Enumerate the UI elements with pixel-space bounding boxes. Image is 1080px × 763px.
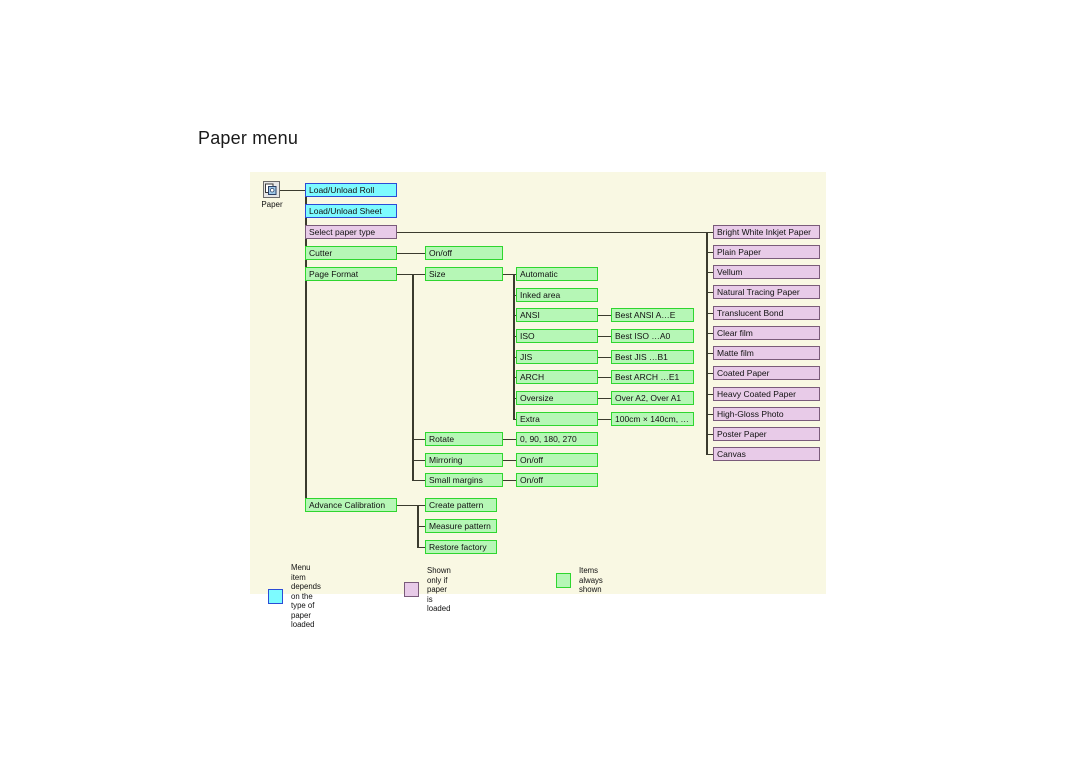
node-size-iso-values[interactable]: Best ISO …A0: [611, 329, 694, 343]
node-size-jis-values[interactable]: Best JIS …B1: [611, 350, 694, 364]
node-paper-poster-paper[interactable]: Poster Paper: [713, 427, 820, 441]
node-size-oversize-values[interactable]: Over A2, Over A1: [611, 391, 694, 405]
legend-item-blue: Menu item depends on the type of paper l…: [268, 563, 321, 630]
connector-ansi-value: [598, 315, 611, 316]
connector-paper-3: [706, 292, 713, 293]
connector-calib-0: [417, 505, 425, 506]
connector-arch-value: [598, 377, 611, 378]
connector-paper-4: [706, 313, 713, 314]
connector-rotate-value: [503, 439, 516, 440]
connector-pageformat-spine: [412, 274, 414, 481]
connector-paper-10: [706, 434, 713, 435]
node-size-extra-values[interactable]: 100cm × 140cm, …: [611, 412, 694, 426]
legend-swatch-purple: [404, 582, 419, 598]
connector-cutter-onoff: [397, 253, 425, 254]
node-rotate[interactable]: Rotate: [425, 432, 503, 446]
connector-root-stub: [280, 190, 305, 191]
node-size-arch-values[interactable]: Best ARCH …E1: [611, 370, 694, 384]
connector-paper-5: [706, 333, 713, 334]
node-paper-clear-film[interactable]: Clear film: [713, 326, 820, 340]
node-cutter[interactable]: Cutter: [305, 246, 397, 260]
connector-paper-2: [706, 272, 713, 273]
node-size-extra[interactable]: Extra: [516, 412, 598, 426]
connector-calib-1: [417, 526, 425, 527]
node-load-unload-sheet[interactable]: Load/Unload Sheet: [305, 204, 397, 218]
node-size-automatic[interactable]: Automatic: [516, 267, 598, 281]
legend-label-green: Items always shown: [579, 566, 603, 594]
connector-paper-7: [706, 373, 713, 374]
node-paper-natural-tracing-paper[interactable]: Natural Tracing Paper: [713, 285, 820, 299]
connector-mirroring-value: [503, 460, 516, 461]
connector-pf-small-margins: [412, 480, 425, 481]
legend-item-purple: Shown only if paper is loaded: [404, 566, 451, 614]
node-measure-pattern[interactable]: Measure pattern: [425, 519, 497, 533]
node-paper-coated-paper[interactable]: Coated Paper: [713, 366, 820, 380]
page-title: Paper menu: [198, 128, 299, 148]
connector-calib-2: [417, 547, 425, 548]
node-paper-high-gloss-photo[interactable]: High-Gloss Photo: [713, 407, 820, 421]
legend-swatch-green: [556, 572, 571, 588]
connector-paper-9: [706, 414, 713, 415]
connector-pf-mirroring: [412, 460, 425, 461]
node-paper-heavy-coated-paper[interactable]: Heavy Coated Paper: [713, 387, 820, 401]
node-advance-calibration[interactable]: Advance Calibration: [305, 498, 397, 512]
connector-iso-value: [598, 336, 611, 337]
connector-paper-11: [706, 454, 713, 455]
legend-swatch-blue: [268, 588, 283, 604]
connector-paper-0: [706, 232, 713, 233]
legend-label-purple: Shown only if paper is loaded: [427, 566, 451, 613]
connector-paper-8: [706, 394, 713, 395]
node-size-jis[interactable]: JIS: [516, 350, 598, 364]
node-load-unload-roll[interactable]: Load/Unload Roll: [305, 183, 397, 197]
connector-paper-1: [706, 252, 713, 253]
node-small-margins[interactable]: Small margins: [425, 473, 503, 487]
paper-menu-diagram: Paper Load/Unload Roll Load/Unload Sheet…: [250, 172, 826, 629]
node-rotate-values[interactable]: 0, 90, 180, 270: [516, 432, 598, 446]
connector-small-margins-value: [503, 480, 516, 481]
node-size-ansi-values[interactable]: Best ANSI A…E: [611, 308, 694, 322]
node-paper-canvas[interactable]: Canvas: [713, 447, 820, 461]
connector-pageformat-stub: [397, 274, 412, 275]
connector-calib-stub: [397, 505, 417, 506]
node-paper-matte-film[interactable]: Matte film: [713, 346, 820, 360]
legend-label-blue: Menu item depends on the type of paper l…: [291, 563, 321, 629]
root-label: Paper: [261, 200, 283, 209]
node-select-paper-type[interactable]: Select paper type: [305, 225, 397, 239]
node-size-inked-area[interactable]: Inked area: [516, 288, 598, 302]
node-paper-translucent-bond[interactable]: Translucent Bond: [713, 306, 820, 320]
node-mirroring-onoff[interactable]: On/off: [516, 453, 598, 467]
screenshot-root: Paper menu Paper Load/Unload Roll Load/U…: [0, 0, 1080, 763]
node-mirroring[interactable]: Mirroring: [425, 453, 503, 467]
connector-paper-6: [706, 353, 713, 354]
connector-oversize-value: [598, 398, 611, 399]
node-page-format[interactable]: Page Format: [305, 267, 397, 281]
connector-size-stub: [503, 274, 513, 275]
node-restore-factory[interactable]: Restore factory: [425, 540, 497, 554]
connector-pf-size: [412, 274, 425, 275]
node-paper-bright-white-inkjet-paper[interactable]: Bright White Inkjet Paper: [713, 225, 820, 239]
node-paper-plain-paper[interactable]: Plain Paper: [713, 245, 820, 259]
node-size-ansi[interactable]: ANSI: [516, 308, 598, 322]
connector-pf-rotate: [412, 439, 425, 440]
connector-paper-type-rail: [397, 232, 707, 233]
connector-extra-value: [598, 419, 611, 420]
connector-jis-value: [598, 357, 611, 358]
node-size[interactable]: Size: [425, 267, 503, 281]
node-cutter-onoff[interactable]: On/off: [425, 246, 503, 260]
legend-item-green: Items always shown: [556, 566, 603, 595]
node-small-margins-onoff[interactable]: On/off: [516, 473, 598, 487]
paper-stack-icon: [263, 181, 280, 198]
node-size-arch[interactable]: ARCH: [516, 370, 598, 384]
connector-paper-type-spine: [706, 232, 708, 454]
node-size-iso[interactable]: ISO: [516, 329, 598, 343]
node-paper-vellum[interactable]: Vellum: [713, 265, 820, 279]
node-create-pattern[interactable]: Create pattern: [425, 498, 497, 512]
node-size-oversize[interactable]: Oversize: [516, 391, 598, 405]
